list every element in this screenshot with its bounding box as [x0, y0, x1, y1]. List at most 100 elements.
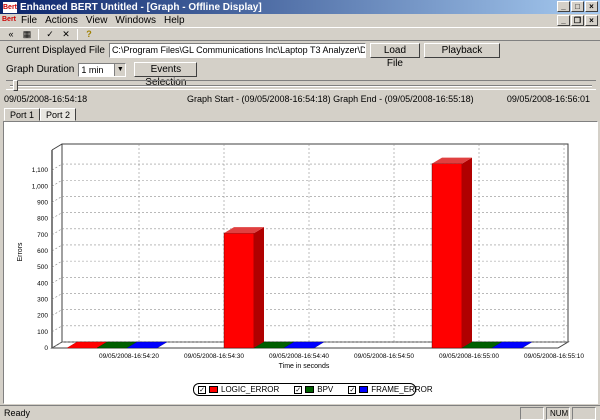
legend-checkbox[interactable]: ✓: [294, 385, 303, 394]
load-file-button[interactable]: Load File: [369, 43, 420, 69]
y-axis-label: Errors: [17, 242, 24, 262]
bar-side: [462, 157, 472, 348]
menu-file[interactable]: File: [17, 15, 41, 26]
rewind-icon[interactable]: «: [4, 28, 18, 40]
y-tick-label: 900: [37, 199, 48, 206]
doc-icon[interactable]: Bert: [2, 15, 16, 25]
y-tick-label: 1,000: [32, 183, 49, 190]
bar: [223, 232, 255, 349]
x-tick-label: 09/05/2008-16:54:20: [99, 353, 159, 360]
menu-actions[interactable]: Actions: [41, 15, 82, 26]
duration-value: 1 min: [81, 64, 104, 75]
graph-range: Graph Start - (09/05/2008-16:54:18) Grap…: [187, 94, 474, 104]
y-gridline-side: [51, 228, 63, 236]
close-icon[interactable]: ✕: [59, 28, 73, 40]
duration-label: Graph Duration: [6, 64, 75, 75]
slider-line: [10, 85, 592, 87]
slider-thumb[interactable]: [13, 80, 18, 91]
mdi-controls: _ ❐ ×: [557, 15, 598, 26]
time-slider[interactable]: [6, 80, 596, 91]
menu-view[interactable]: View: [82, 15, 112, 26]
legend-label: LOGIC_ERROR: [221, 385, 280, 394]
y-tick-label: 200: [37, 313, 48, 320]
help-icon[interactable]: ?: [82, 28, 96, 40]
status-panel-empty: [572, 407, 596, 420]
x-tick-label: 09/05/2008-16:55:00: [439, 353, 499, 360]
end-time: 09/05/2008-16:56:01: [506, 94, 590, 104]
mdi-close-button[interactable]: ×: [585, 15, 598, 26]
file-row: Current Displayed File C:\Program Files\…: [6, 43, 500, 69]
menu-bar: Bert File Actions View Windows Help _ ❐ …: [0, 14, 600, 26]
legend-item-bpv[interactable]: ✓ BPV: [294, 385, 333, 394]
legend-checkbox[interactable]: ✓: [198, 385, 206, 394]
bar-side: [254, 227, 264, 348]
legend-swatch: [359, 386, 369, 393]
y-tick-label: 500: [37, 264, 48, 271]
legend-item-frame-error[interactable]: ✓ FRAME_ERROR: [348, 385, 433, 394]
tab-port-2[interactable]: Port 2: [40, 108, 77, 121]
toolbar-separator: [77, 28, 78, 40]
y-gridline-side: [51, 180, 63, 187]
legend-swatch: [305, 386, 315, 393]
chevron-down-icon[interactable]: ▼: [114, 63, 126, 76]
axis-corner: [51, 143, 63, 151]
window-title: Enhanced BERT Untitled - [Graph - Offlin…: [20, 1, 262, 13]
legend: ✓ LOGIC_ERROR ✓ BPV ✓ FRAME_ERROR: [193, 383, 433, 396]
y-gridline-side: [51, 277, 63, 284]
y-tick-label: 100: [37, 329, 48, 336]
y-gridline-side: [51, 212, 63, 219]
y-tick-label: 1,100: [32, 167, 49, 174]
y-gridline-side: [51, 293, 63, 300]
check-icon[interactable]: ✓: [43, 28, 57, 40]
x-tick-label: 09/05/2008-16:54:40: [269, 353, 329, 360]
x-tick-label: 09/05/2008-16:54:50: [354, 353, 414, 360]
x-tick-label: 09/05/2008-16:54:30: [184, 353, 244, 360]
status-text: Ready: [4, 408, 31, 418]
x-tick-label: 09/05/2008-16:55:10: [524, 353, 584, 360]
minimize-button[interactable]: _: [557, 1, 570, 12]
y-tick-label: 600: [37, 248, 48, 255]
bar: [431, 163, 463, 349]
file-path-field[interactable]: C:\Program Files\GL Communications Inc\L…: [108, 43, 366, 58]
y-gridline-side: [51, 260, 63, 268]
start-time: 09/05/2008-16:54:18: [4, 94, 88, 104]
y-tick-label: 400: [37, 280, 48, 287]
y-tick-label: 700: [37, 232, 48, 239]
maximize-button[interactable]: □: [571, 1, 584, 12]
status-panel-empty: [520, 407, 544, 420]
y-gridline-side: [51, 309, 63, 316]
x-axis-label: Time in seconds: [279, 363, 330, 370]
time-row: 09/05/2008-16:54:18 Graph Start - (09/05…: [0, 94, 600, 106]
app-icon: Bert: [3, 1, 18, 13]
duration-row: Graph Duration 1 min ▼ Events Selection: [6, 62, 198, 88]
events-selection-button[interactable]: Events Selection: [134, 62, 198, 88]
y-tick-label: 0: [44, 345, 48, 352]
mdi-restore-button[interactable]: ❐: [571, 15, 584, 26]
toolbar: « ▦ ✓ ✕ ?: [0, 27, 600, 41]
bar-chart: 0 100 200 300 400 500 600 700 800 900 1,000 1,100 09…: [17, 143, 584, 370]
legend-label: FRAME_ERROR: [371, 385, 433, 394]
status-num: NUM: [546, 407, 570, 420]
toolbar-separator: [38, 28, 39, 40]
y-gridline-side: [51, 163, 63, 171]
status-bar: Ready NUM: [0, 405, 600, 420]
file-label: Current Displayed File: [6, 45, 105, 56]
grid-icon[interactable]: ▦: [20, 28, 34, 40]
duration-select[interactable]: 1 min ▼: [78, 62, 127, 77]
legend-swatch: [209, 386, 218, 393]
playback-button[interactable]: Playback: [423, 43, 500, 58]
y-gridline-side: [51, 244, 63, 252]
legend-label: BPV: [317, 385, 334, 394]
graph-panel: 0 100 200 300 400 500 600 700 800 900 1,000 1,100 09…: [3, 121, 598, 404]
legend-item-logic-error[interactable]: ✓ LOGIC_ERROR: [198, 385, 279, 394]
port-tabs: Port 1 Port 2: [4, 108, 77, 121]
mdi-minimize-button[interactable]: _: [557, 15, 570, 26]
menu-help[interactable]: Help: [160, 15, 189, 26]
menu-windows[interactable]: Windows: [111, 15, 160, 26]
close-button[interactable]: ×: [585, 1, 598, 12]
title-bar: Bert Enhanced BERT Untitled - [Graph - O…: [0, 0, 600, 14]
legend-checkbox[interactable]: ✓: [348, 385, 357, 394]
tab-port-1[interactable]: Port 1: [4, 108, 41, 121]
y-gridline-side: [51, 196, 63, 203]
y-tick-label: 800: [37, 216, 48, 223]
